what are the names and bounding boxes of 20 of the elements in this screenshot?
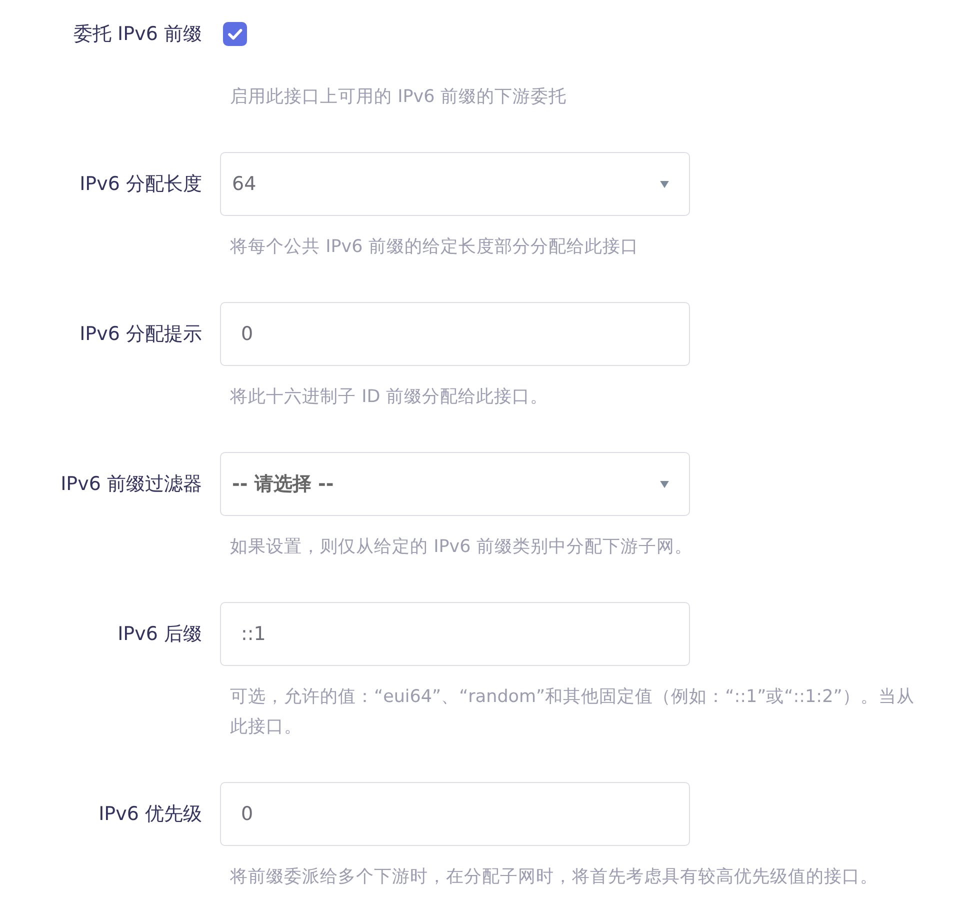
field-label: 委托 IPv6 前缀 — [72, 22, 202, 47]
input-field[interactable]: 0 — [220, 782, 690, 846]
select-field[interactable]: -- 请选择 -- — [220, 452, 690, 516]
checkbox[interactable] — [223, 22, 247, 46]
select-field[interactable]: 64 — [220, 152, 690, 216]
field-description: 将前缀委派给多个下游时，在分配子网时，将首先考虑具有较高优先级值的接口。 — [230, 866, 879, 889]
input-field[interactable]: ::1 — [220, 602, 690, 666]
field-label: IPv6 分配长度 — [78, 172, 202, 197]
field-label: IPv6 优先级 — [98, 802, 202, 827]
field-description: 将此十六进制子 ID 前缀分配给此接口。 — [230, 386, 549, 409]
field-label: IPv6 前缀过滤器 — [60, 472, 202, 497]
caret-icon — [660, 480, 669, 488]
field-label: IPv6 后缀 — [116, 622, 202, 647]
field-description: 可选，允许的值：“eui64”、“random”和其他固定值（例如：“::1”或“::1:2”）。当从 此接口。 — [230, 686, 916, 739]
input-field[interactable]: 0 — [220, 302, 690, 366]
field-description: 启用此接口上可用的 IPv6 前缀的下游委托 — [230, 86, 568, 109]
field-label: IPv6 分配提示 — [78, 322, 202, 347]
field-description: 如果设置，则仅从给定的 IPv6 前缀类别中分配下游子网。 — [230, 536, 694, 559]
field-description: 将每个公共 IPv6 前缀的给定长度部分分配给此接口 — [230, 236, 640, 259]
caret-icon — [660, 180, 669, 188]
